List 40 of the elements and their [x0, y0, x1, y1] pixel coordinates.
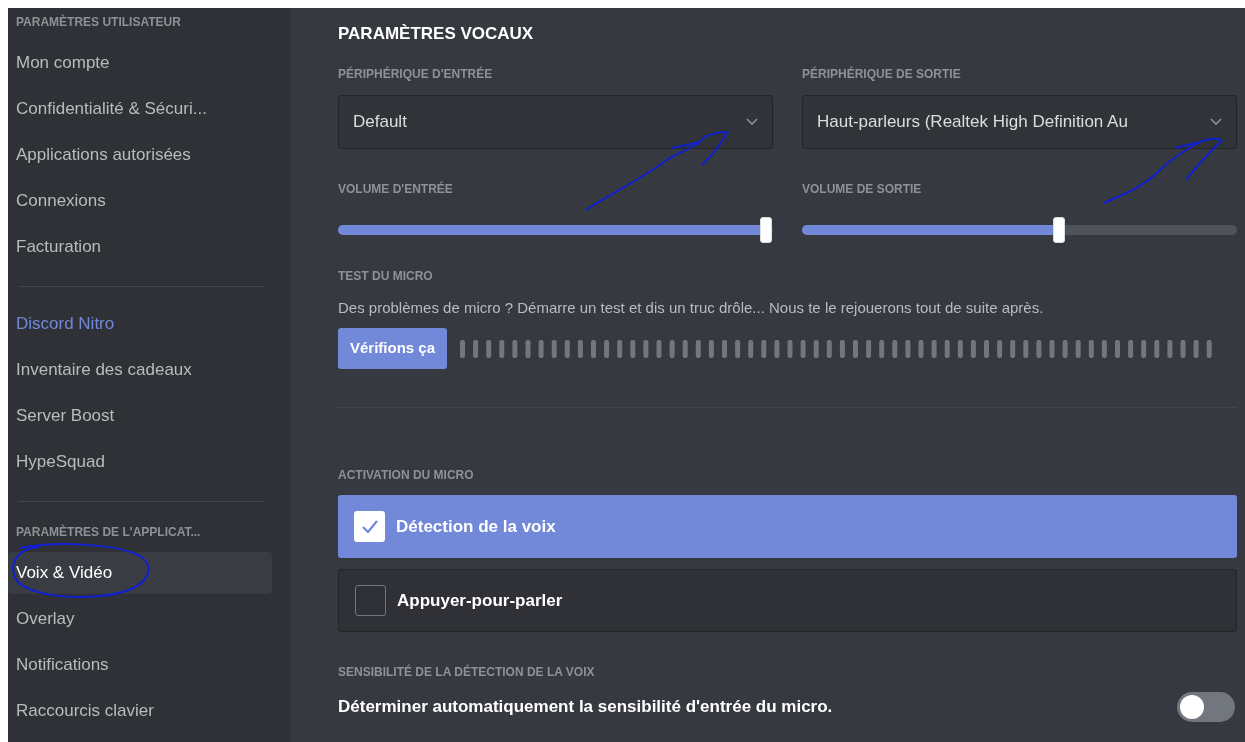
sidebar-item[interactable]: Connexions [8, 180, 272, 222]
slider-thumb[interactable] [760, 217, 773, 243]
slider-thumb[interactable] [1052, 217, 1065, 243]
chevron-down-icon [746, 118, 758, 126]
field-label: PÉRIPHÉRIQUE D'ENTRÉE [338, 66, 494, 82]
option-label: Appuyer-pour-parler [397, 589, 563, 612]
chevron-down-icon [1210, 118, 1222, 126]
option-label: Détection de la voix [396, 515, 556, 538]
sidebar-item[interactable]: HypeSquad [8, 441, 272, 483]
volume-slider[interactable] [802, 217, 1237, 243]
sidebar-item[interactable]: Voix & Vidéo [8, 552, 272, 594]
checkbox[interactable] [355, 585, 386, 616]
volume-slider[interactable] [338, 217, 773, 243]
sidebar-item[interactable]: Applications autorisées [8, 134, 272, 176]
setting-text: Déterminer automatiquement la sensibilité d'entrée du micro. [338, 696, 833, 719]
field-label: ACTIVATION DU MICRO [338, 467, 475, 483]
checkmark-icon [361, 520, 378, 533]
checkbox[interactable] [354, 511, 385, 542]
sidebar-item[interactable]: Inventaire des cadeaux [8, 349, 272, 391]
sidebar-item[interactable]: Server Boost [8, 395, 272, 437]
radio-option[interactable]: Appuyer-pour-parler [338, 569, 1237, 632]
field-label: TEST DU MICRO [338, 268, 434, 284]
field-label: PÉRIPHÉRIQUE DE SORTIE [802, 66, 962, 82]
field-label: SENSIBILITÉ DE LA DÉTECTION DE LA VOIX [338, 664, 596, 680]
sidebar-item[interactable]: Overlay [8, 598, 272, 640]
section-header: PARAMÈTRES DE L'APPLICAT... [15, 523, 202, 541]
section-header: PARAMÈTRES UTILISATEUR [15, 13, 182, 31]
toggle-switch[interactable] [1177, 692, 1235, 722]
sidebar-item[interactable]: Confidentialité & Sécuri... [8, 88, 272, 130]
sidebar-item[interactable]: Mon compte [8, 42, 272, 84]
section-title: PARAMÈTRES VOCAUX [338, 23, 535, 45]
sidebar-item[interactable]: Facturation [8, 226, 272, 268]
help-text: Des problèmes de micro ? Démarre un test et dis un truc drôle... Nous te le rejouerons tout de suite après. [338, 298, 1045, 318]
field-label: VOLUME DE SORTIE [802, 181, 923, 197]
device-dropdown[interactable]: Haut-parleurs (Realtek High Definition Au [802, 95, 1237, 149]
field-label: VOLUME D'ENTRÉE [338, 181, 454, 197]
sidebar-item[interactable]: Raccourcis clavier [8, 690, 272, 732]
sidebar-item[interactable]: Discord Nitro [8, 303, 272, 345]
device-dropdown[interactable]: Default [338, 95, 773, 149]
sidebar-item[interactable]: Notifications [8, 644, 272, 686]
